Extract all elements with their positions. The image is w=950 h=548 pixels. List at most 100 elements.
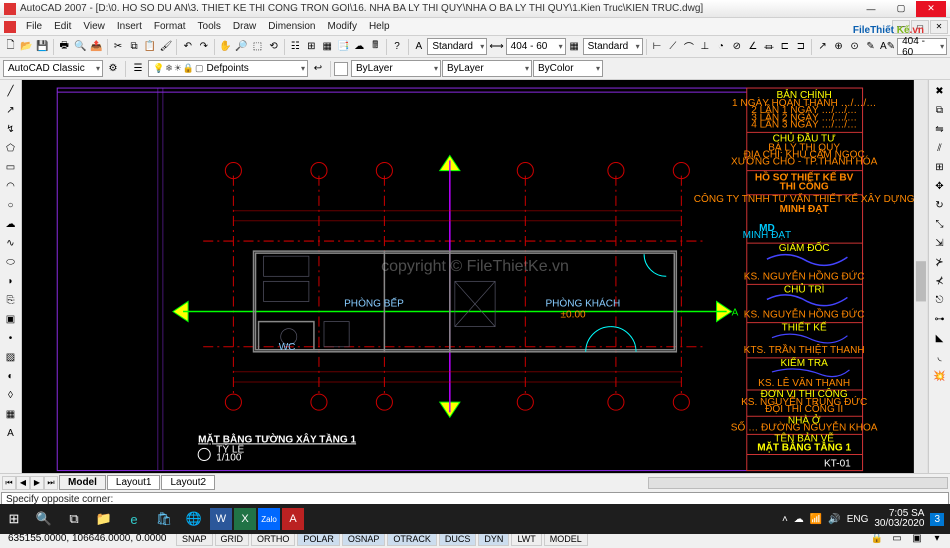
matchprop-icon[interactable]: 🖌 xyxy=(158,38,173,56)
tray-date[interactable]: 30/03/2020 xyxy=(874,519,924,529)
tablestyle-icon[interactable]: ▦ xyxy=(567,38,582,56)
offset-icon[interactable]: ⫽ xyxy=(931,139,949,157)
chamfer-icon[interactable]: ◣ xyxy=(931,329,949,347)
dim-arc-icon[interactable]: ⌒ xyxy=(681,38,696,56)
tab-last-icon[interactable]: ⏭ xyxy=(44,476,58,490)
block-icon[interactable]: ▣ xyxy=(2,310,20,328)
menu-help[interactable]: Help xyxy=(363,19,396,34)
dim-cont-icon[interactable]: ⊐ xyxy=(793,38,808,56)
menu-format[interactable]: Format xyxy=(148,19,192,34)
dim-ord-icon[interactable]: ⊥ xyxy=(697,38,712,56)
textstyle-icon[interactable]: A xyxy=(411,38,426,56)
publish-icon[interactable]: 📤 xyxy=(89,38,104,56)
layer-manager-icon[interactable]: ☰ xyxy=(129,60,147,78)
point-icon[interactable]: • xyxy=(2,329,20,347)
region-icon[interactable]: ◊ xyxy=(2,386,20,404)
properties-icon[interactable]: ☷ xyxy=(288,38,303,56)
start-button[interactable]: ⊞ xyxy=(0,505,28,533)
calc-icon[interactable]: 🖩 xyxy=(368,38,383,56)
paste-icon[interactable]: 📋 xyxy=(143,38,158,56)
dim-base-icon[interactable]: ⊏ xyxy=(777,38,792,56)
move-icon[interactable]: ✥ xyxy=(931,177,949,195)
dim-tedit-icon[interactable]: A✎ xyxy=(879,38,896,56)
layer-previous-icon[interactable]: ↩ xyxy=(309,60,327,78)
maximize-button[interactable]: ▢ xyxy=(886,1,916,17)
color-swatch[interactable] xyxy=(334,62,348,76)
dimstyle-icon[interactable]: ⟷ xyxy=(488,38,504,56)
coordinates[interactable]: 635155.0000, 106646.0000, 0.0000 xyxy=(4,533,174,544)
center-icon[interactable]: ⊙ xyxy=(847,38,862,56)
dim-current-dropdown[interactable]: 404 - 60 xyxy=(897,38,947,55)
designcenter-icon[interactable]: ⊞ xyxy=(304,38,319,56)
explode-icon[interactable]: 💥 xyxy=(931,367,949,385)
pan-icon[interactable]: ✋ xyxy=(218,38,233,56)
tab-layout2[interactable]: Layout2 xyxy=(161,475,215,490)
lineweight-dropdown[interactable]: ByLayer xyxy=(442,60,532,77)
fillet-icon[interactable]: ◟ xyxy=(931,348,949,366)
copy-icon[interactable]: ⧉ xyxy=(127,38,142,56)
dim-angle-icon[interactable]: ∠ xyxy=(745,38,760,56)
redo-icon[interactable]: ↷ xyxy=(196,38,211,56)
arc-icon[interactable]: ◠ xyxy=(2,177,20,195)
close-button[interactable]: ✕ xyxy=(916,1,946,17)
search-icon[interactable]: 🔍 xyxy=(30,505,58,533)
toolpalette-icon[interactable]: ▦ xyxy=(320,38,335,56)
copy-obj-icon[interactable]: ⧉ xyxy=(931,101,949,119)
array-icon[interactable]: ⊞ xyxy=(931,158,949,176)
dim-edit-icon[interactable]: ✎ xyxy=(863,38,878,56)
layer-dropdown[interactable]: 💡❄☀🔒▢ Defpoints xyxy=(148,60,308,77)
tray-chevron-icon[interactable]: ˄ xyxy=(782,514,788,525)
open-icon[interactable]: 📂 xyxy=(19,38,34,56)
explorer-icon[interactable]: 📁 xyxy=(90,505,118,533)
mtext-icon[interactable]: A xyxy=(2,424,20,442)
menu-view[interactable]: View xyxy=(77,19,111,34)
ellipse-icon[interactable]: ⬭ xyxy=(2,253,20,271)
tray-wifi-icon[interactable]: 📶 xyxy=(810,514,822,525)
edge-icon[interactable]: e xyxy=(120,505,148,533)
pline-icon[interactable]: ↯ xyxy=(2,120,20,138)
scale-icon[interactable]: ⤡ xyxy=(931,215,949,233)
stretch-icon[interactable]: ⇲ xyxy=(931,234,949,252)
excel-icon[interactable]: X xyxy=(234,508,256,530)
minimize-button[interactable]: — xyxy=(856,1,886,17)
print-icon[interactable]: 🖶 xyxy=(57,38,72,56)
mdi-close-button[interactable]: ✕ xyxy=(930,20,948,34)
vscroll-thumb[interactable] xyxy=(916,261,926,301)
xline-icon[interactable]: ↗ xyxy=(2,101,20,119)
tray-lang[interactable]: ENG xyxy=(847,514,869,525)
workspace-dropdown[interactable]: AutoCAD Classic xyxy=(3,60,103,77)
gradient-icon[interactable]: ◐ xyxy=(2,367,20,385)
zalo-icon[interactable]: Zalo xyxy=(258,508,280,530)
dim-radius-icon[interactable]: ◔ xyxy=(713,38,728,56)
extend-icon[interactable]: ⊀ xyxy=(931,272,949,290)
dim-aligned-icon[interactable]: ⟋ xyxy=(665,38,680,56)
tray-volume-icon[interactable]: 🔊 xyxy=(828,514,840,525)
plotstyle-dropdown[interactable]: ByColor xyxy=(533,60,603,77)
tray-notifications-icon[interactable]: 3 xyxy=(930,513,944,526)
circle-icon[interactable]: ○ xyxy=(2,196,20,214)
workspace-settings-icon[interactable]: ⚙ xyxy=(104,60,122,78)
zoom-icon[interactable]: 🔎 xyxy=(234,38,249,56)
sheetset-icon[interactable]: 📑 xyxy=(336,38,351,56)
insert-icon[interactable]: ⎘ xyxy=(2,291,20,309)
dim-linear-icon[interactable]: ⊢ xyxy=(649,38,664,56)
tablestyle-dropdown[interactable]: Standard xyxy=(583,38,643,55)
menu-file[interactable]: File xyxy=(20,19,48,34)
menu-dimension[interactable]: Dimension xyxy=(262,19,321,34)
drawing-canvas[interactable]: A xyxy=(22,80,928,473)
dimstyle-dropdown[interactable]: 404 - 60 xyxy=(506,38,566,55)
revcloud-icon[interactable]: ☁ xyxy=(2,215,20,233)
menu-draw[interactable]: Draw xyxy=(227,19,262,34)
menu-edit[interactable]: Edit xyxy=(48,19,77,34)
cut-icon[interactable]: ✂ xyxy=(111,38,126,56)
hscroll[interactable] xyxy=(648,477,948,489)
taskview-icon[interactable]: ⧉ xyxy=(60,505,88,533)
linetype-dropdown[interactable]: ByLayer xyxy=(351,60,441,77)
chrome-icon[interactable]: 🌐 xyxy=(180,505,208,533)
tab-next-icon[interactable]: ▶ xyxy=(30,476,44,490)
help-icon[interactable]: ? xyxy=(390,38,405,56)
markup-icon[interactable]: ☁ xyxy=(352,38,367,56)
menu-modify[interactable]: Modify xyxy=(322,19,363,34)
tab-layout1[interactable]: Layout1 xyxy=(107,475,161,490)
tray-cloud-icon[interactable]: ☁ xyxy=(794,514,804,525)
